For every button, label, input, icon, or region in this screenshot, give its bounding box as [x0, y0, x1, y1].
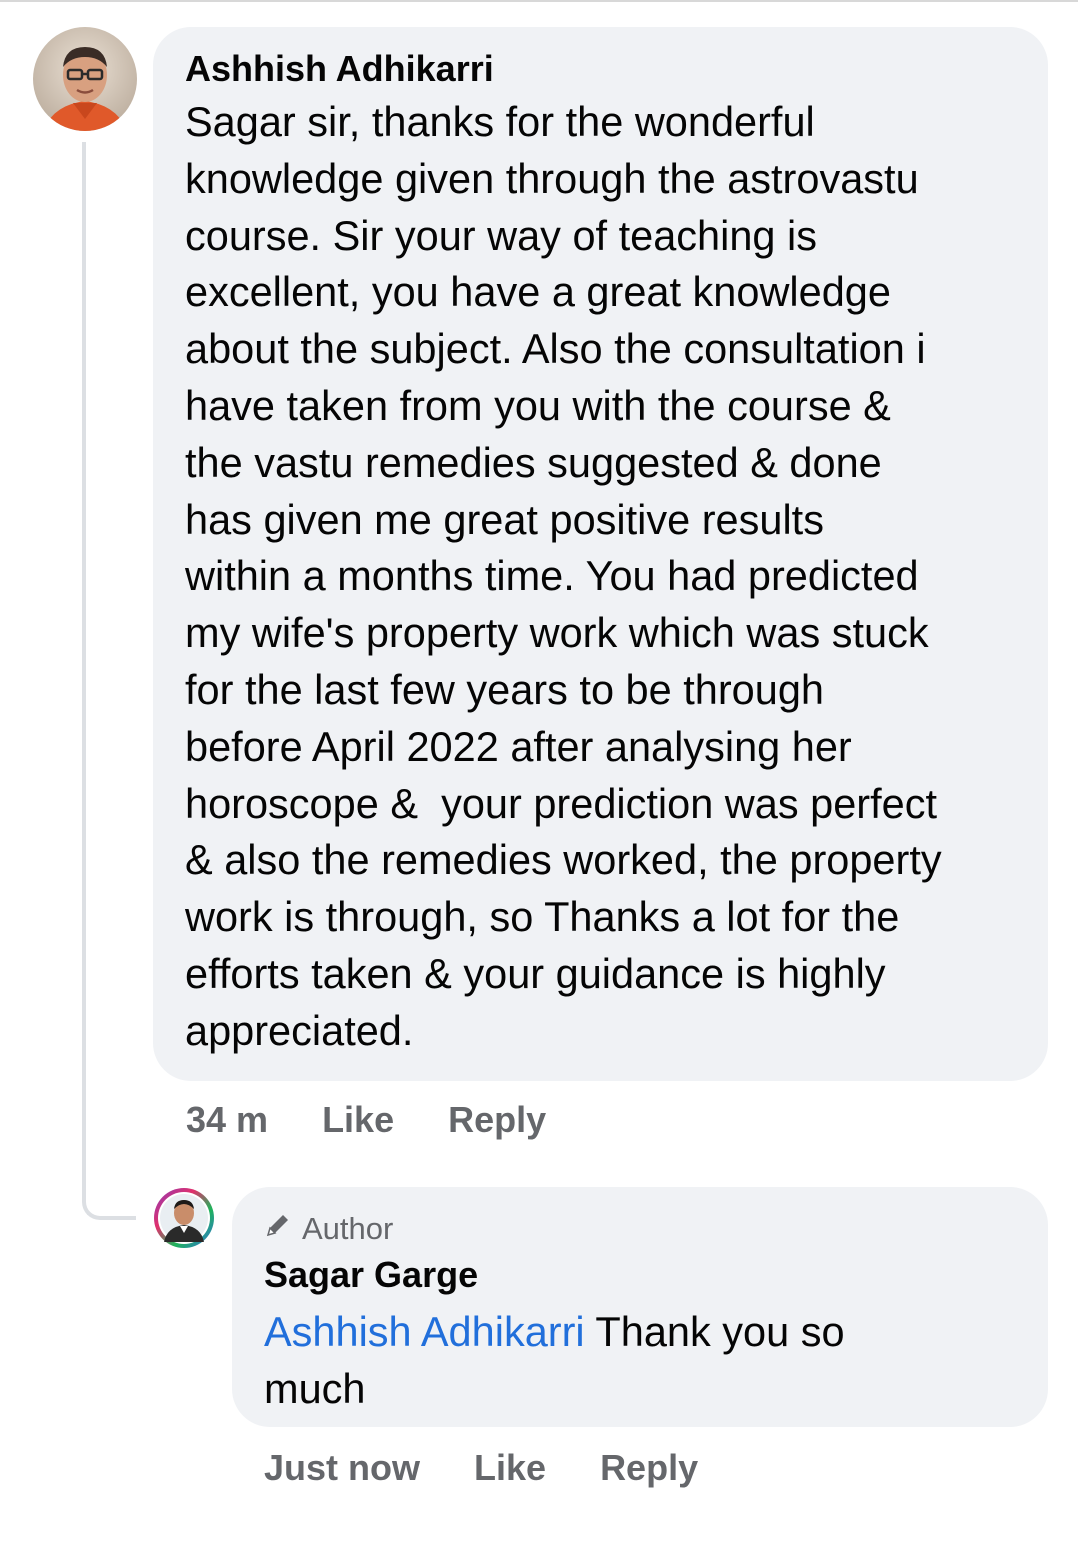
profile-photo-icon [33, 27, 137, 131]
comment-line: course. Sir your way of teaching is [185, 211, 818, 259]
comment-author-name[interactable]: Ashhish Adhikarri [185, 47, 1018, 91]
comment-line: has given me great positive results [185, 495, 824, 543]
comment-line: about the subject. Also the consultation… [185, 325, 926, 373]
comment-line: for the last few years to be through [185, 665, 824, 713]
comment-line: Sagar sir, thanks for the wonderful [185, 98, 815, 145]
author-badge-label: Author [302, 1211, 394, 1246]
reply-author-avatar[interactable] [153, 1187, 215, 1249]
comment-line: excellent, you have a great knowledge [185, 268, 891, 316]
reply-actions: Just now Like Reply [264, 1445, 752, 1491]
like-button[interactable]: Like [322, 1099, 394, 1141]
comment-line: work is through, so Thanks a lot for the [185, 893, 900, 941]
comment-line: within a months time. You had predicted [185, 552, 919, 600]
reply-body: Ashhish Adhikarri Thank you so much [264, 1303, 1018, 1417]
comment-line: appreciated. [185, 1006, 414, 1054]
like-button[interactable]: Like [474, 1447, 546, 1489]
reply-button[interactable]: Reply [600, 1447, 698, 1489]
comment-body: Sagar sir, thanks for the wonderful know… [185, 94, 1018, 1060]
comment-timestamp[interactable]: 34 m [186, 1099, 268, 1141]
reply-text-line: Thank you so [584, 1308, 845, 1355]
pencil-icon [264, 1209, 292, 1249]
divider [0, 0, 1078, 2]
comment-line: before April 2022 after analysing her [185, 722, 852, 770]
commenter-avatar[interactable] [33, 27, 137, 131]
profile-photo-icon [154, 1188, 214, 1248]
reply-author-name[interactable]: Sagar Garge [264, 1253, 1018, 1297]
comment-line: efforts taken & your guidance is highly [185, 949, 886, 997]
comment-line: knowledge given through the astrovastu [185, 154, 919, 202]
comment-thread: Ashhish Adhikarri Sagar sir, thanks for … [0, 0, 1078, 1546]
comment-bubble: Ashhish Adhikarri Sagar sir, thanks for … [153, 27, 1048, 1081]
comment-line: horoscope & your prediction was perfect [185, 779, 938, 827]
reply-text-line: much [264, 1365, 366, 1412]
comment-line: & also the remedies worked, the property [185, 836, 942, 884]
reply-bubble: Author Sagar Garge Ashhish Adhikarri Tha… [232, 1187, 1048, 1427]
thread-connector-line [82, 142, 136, 1220]
comment-line: the vastu remedies suggested & done [185, 438, 882, 486]
reply-timestamp[interactable]: Just now [264, 1447, 420, 1489]
comment-line: have taken from you with the course & [185, 381, 891, 429]
comment-actions: 34 m Like Reply [186, 1097, 600, 1143]
mention-link[interactable]: Ashhish Adhikarri [264, 1308, 585, 1355]
author-badge: Author [264, 1209, 1018, 1249]
comment-line: my wife's property work which was stuck [185, 609, 929, 657]
reply-button[interactable]: Reply [448, 1099, 546, 1141]
